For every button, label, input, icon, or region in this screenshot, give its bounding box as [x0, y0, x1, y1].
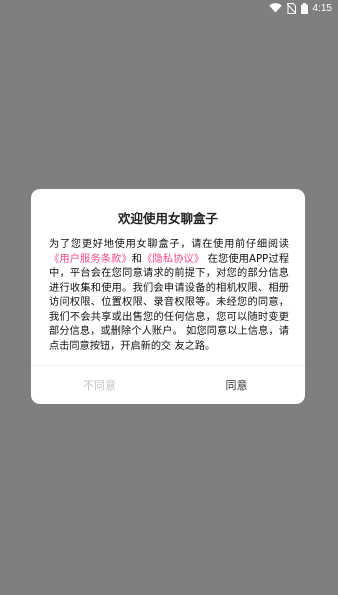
- battery-icon: [300, 2, 308, 14]
- status-time: 4:15: [312, 2, 332, 14]
- disagree-button[interactable]: 不同意: [31, 366, 168, 404]
- wifi-icon: [268, 3, 282, 13]
- dialog-body: 为了您更好地使用女聊盒子，请在使用前仔细阅读《用户服务条款》和《隐私协议》 在您…: [49, 238, 289, 354]
- user-terms-link[interactable]: 《用户服务条款》: [49, 254, 132, 265]
- dialog-title: 欢迎使用女聊盒子: [117, 211, 218, 226]
- body-main-text: 在您使用APP过程中，平台会在您同意请求的前提下，对您的部分信息进行收集和使用。…: [49, 253, 290, 352]
- body-intro-text: 为了您更好地使用女聊盒子，请在使用前仔细阅读: [49, 239, 289, 250]
- no-sim-icon: [286, 2, 296, 14]
- body-and-text: 和: [131, 253, 143, 265]
- privacy-dialog: 欢迎使用女聊盒子 为了您更好地使用女聊盒子，请在使用前仔细阅读《用户服务条款》和…: [31, 189, 305, 404]
- status-bar: 4:15: [0, 0, 338, 16]
- privacy-policy-link[interactable]: 《隐私协议》: [142, 254, 204, 265]
- agree-button[interactable]: 同意: [168, 366, 305, 404]
